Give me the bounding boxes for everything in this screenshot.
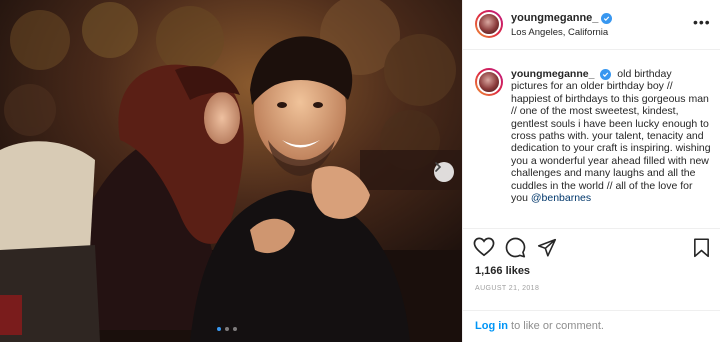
carousel-dot xyxy=(217,327,221,331)
username-link[interactable]: youngmeganne_ xyxy=(511,12,598,24)
photo-image xyxy=(0,0,462,342)
avatar[interactable] xyxy=(475,10,503,38)
heart-icon[interactable] xyxy=(473,237,495,262)
location-link[interactable]: Los Angeles, California xyxy=(511,27,608,38)
mention-link[interactable]: @benbarnes xyxy=(531,192,591,204)
more-options-icon[interactable]: ••• xyxy=(693,14,711,30)
likes-count[interactable]: 1,166 likes xyxy=(475,265,530,277)
caption-body: old birthday pictures for an older birth… xyxy=(511,68,711,205)
username-link[interactable]: youngmeganne_ xyxy=(511,68,594,80)
carousel-indicator xyxy=(217,327,237,331)
verified-badge-icon xyxy=(601,12,613,24)
comment-bar: Log in to like or comment. xyxy=(463,310,720,342)
verified-badge-icon xyxy=(600,69,612,80)
comment-prompt: to like or comment. xyxy=(508,320,604,332)
header-user: youngmeganne_ xyxy=(511,12,613,24)
login-link[interactable]: Log in xyxy=(475,320,508,332)
post-actions: 1,166 likes AUGUST 21, 2018 xyxy=(463,228,720,316)
post-photo[interactable] xyxy=(0,0,462,342)
caption-area: youngmeganne_ old birthday pictures for … xyxy=(463,60,720,228)
carousel-dot xyxy=(233,327,237,331)
post-side-panel: youngmeganne_ Los Angeles, California ••… xyxy=(462,0,720,342)
bookmark-icon[interactable] xyxy=(693,238,710,263)
carousel-dot xyxy=(225,327,229,331)
chevron-right-icon xyxy=(435,162,442,172)
comment-icon[interactable] xyxy=(505,237,526,263)
avatar[interactable] xyxy=(475,68,503,96)
carousel-next-button[interactable] xyxy=(434,162,454,182)
share-icon[interactable] xyxy=(537,238,557,262)
caption-text: youngmeganne_ old birthday pictures for … xyxy=(511,68,711,204)
post-date[interactable]: AUGUST 21, 2018 xyxy=(475,285,539,292)
post-header: youngmeganne_ Los Angeles, California ••… xyxy=(463,0,720,50)
